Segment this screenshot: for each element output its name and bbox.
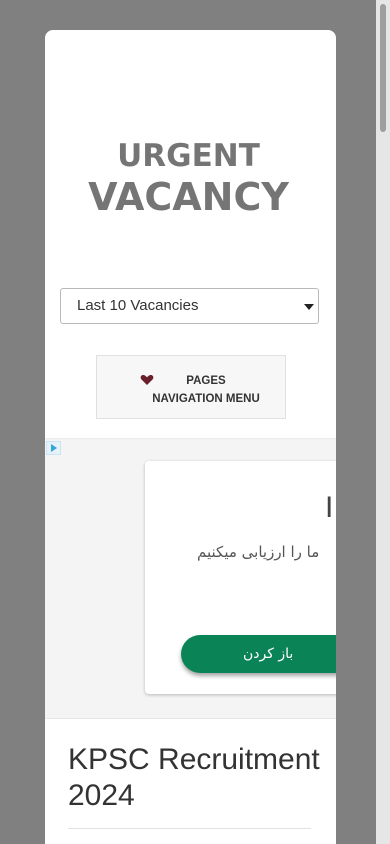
logo-line-vacancy: VACANCY — [88, 175, 289, 219]
page-scrollbar[interactable] — [376, 0, 390, 844]
pages-navigation-menu-button[interactable]: PAGES NAVIGATION MENU — [96, 355, 286, 419]
logo-line-urgent: URGENT — [117, 138, 260, 174]
nav-button-label: PAGES NAVIGATION MENU — [152, 375, 260, 405]
ad-choices-icon[interactable] — [46, 441, 61, 455]
ad-card[interactable]: I. ما را ارزیابی میکنیم باز کردن — [145, 461, 336, 694]
heart-icon — [140, 375, 154, 385]
content-card: URGENT VACANCY Last 10 Vacancies PAGES N… — [45, 30, 336, 844]
post-title[interactable]: KPSC Recruitment 2024 — [68, 742, 328, 814]
advertisement: I. ما را ارزیابی میکنیم باز کردن — [45, 438, 336, 719]
ad-open-button-label: باز کردن — [243, 646, 294, 662]
ad-subtitle: ما را ارزیابی میکنیم — [197, 543, 320, 561]
chevron-down-icon — [304, 304, 314, 310]
page: URGENT VACANCY Last 10 Vacancies PAGES N… — [0, 0, 390, 844]
scrollbar-thumb[interactable] — [380, 4, 386, 132]
divider — [68, 828, 311, 829]
vacancy-select[interactable]: Last 10 Vacancies — [60, 288, 319, 324]
ad-open-button[interactable]: باز کردن — [181, 635, 336, 673]
site-logo[interactable]: URGENT VACANCY — [45, 138, 336, 220]
ad-headline: I. — [325, 491, 336, 524]
vacancy-select-value: Last 10 Vacancies — [77, 297, 199, 314]
